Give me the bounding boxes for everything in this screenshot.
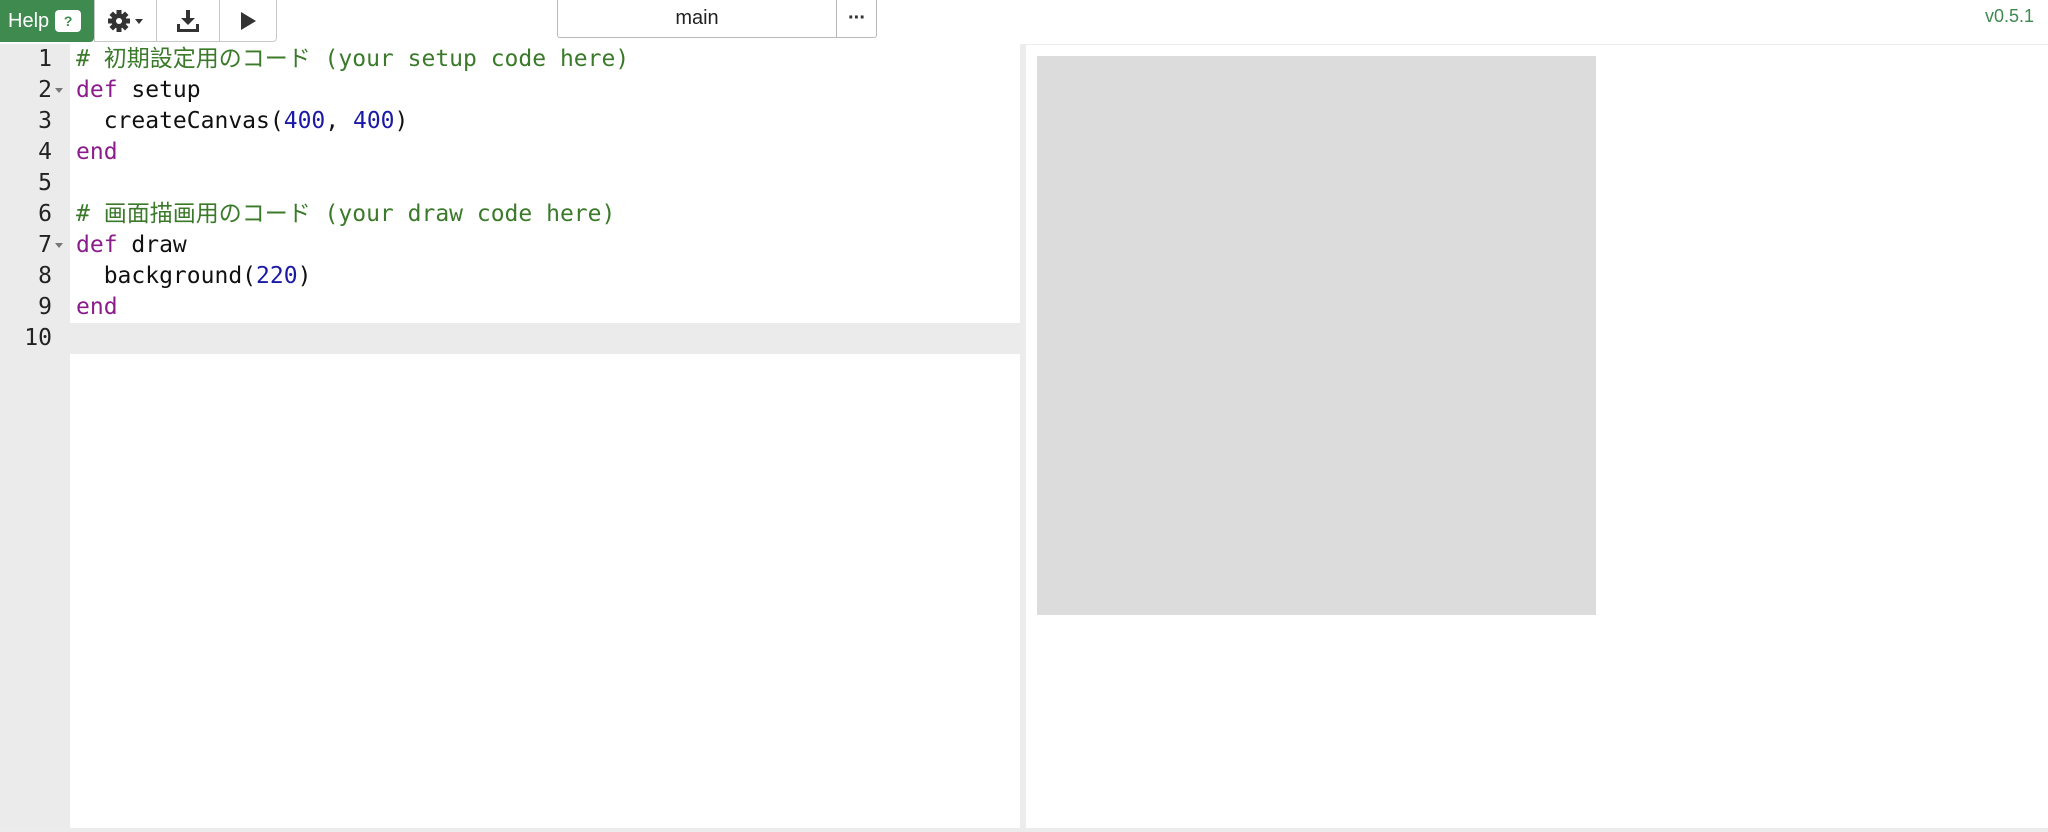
plain-token: background( — [76, 263, 257, 289]
more-options-button[interactable]: ··· — [836, 0, 877, 38]
line-code: # 初期設定用のコード (your setup code here) — [76, 44, 629, 75]
line-number: 7 — [38, 232, 52, 258]
line-code: def draw — [76, 230, 187, 261]
toolbar: Help ? main ··· v0.5.1 — [0, 0, 2048, 44]
number-token: 400 — [283, 108, 326, 134]
code-line[interactable]: 2 def setup — [0, 75, 1020, 106]
code-line[interactable]: 6 # 画面描画用のコード (your draw code here) — [0, 199, 1020, 230]
download-icon — [176, 9, 200, 33]
run-button[interactable] — [219, 0, 277, 42]
plain-token: setup — [117, 77, 201, 103]
code-line[interactable]: 4 end — [0, 137, 1020, 168]
help-badge: ? — [55, 10, 82, 32]
code-line[interactable]: 7 def draw — [0, 230, 1020, 261]
keyword-token: def — [76, 232, 118, 258]
comment-token: # 画面描画用のコード (your draw code here) — [76, 201, 616, 227]
plain-token: createCanvas( — [76, 108, 284, 134]
keyword-token: def — [76, 77, 118, 103]
fold-arrow-icon[interactable] — [55, 243, 63, 248]
code-line[interactable]: 8 background(220) — [0, 261, 1020, 292]
line-number: 5 — [38, 170, 52, 196]
line-code: end — [76, 137, 118, 168]
keyword-token: end — [76, 139, 118, 165]
code-line[interactable]: 9 end — [0, 292, 1020, 323]
preview-pane — [1026, 44, 2048, 828]
line-code: end — [76, 292, 118, 323]
line-code: def setup — [76, 75, 201, 106]
play-icon — [238, 10, 258, 32]
help-label: Help — [8, 9, 50, 32]
plain-token: ) — [297, 263, 312, 289]
version-label: v0.5.1 — [1984, 6, 2034, 26]
code-line[interactable]: 3 createCanvas(400, 400) — [0, 106, 1020, 137]
code-line[interactable]: 10 — [0, 323, 1020, 354]
download-button[interactable] — [156, 0, 220, 42]
line-code: background(220) — [76, 261, 312, 292]
gear-icon — [106, 8, 146, 34]
help-button[interactable]: Help ? — [0, 0, 94, 42]
plain-token: ) — [394, 108, 409, 134]
file-select[interactable]: main — [557, 0, 837, 38]
line-number: 3 — [38, 108, 52, 134]
settings-button[interactable] — [94, 0, 157, 42]
plain-token: draw — [117, 232, 187, 258]
more-label: ··· — [848, 7, 866, 29]
code-line[interactable]: 1 # 初期設定用のコード (your setup code here) — [0, 44, 1020, 75]
sketch-canvas — [1037, 56, 1596, 615]
keyword-token: end — [76, 294, 118, 320]
number-token: 400 — [352, 108, 395, 134]
line-number: 2 — [38, 77, 52, 103]
code-line[interactable]: 5 — [0, 168, 1020, 199]
line-number: 6 — [38, 201, 52, 227]
comment-token: # 初期設定用のコード (your setup code here) — [76, 46, 630, 72]
plain-token: , — [325, 108, 353, 134]
chevron-down-icon — [134, 18, 143, 24]
line-code: # 画面描画用のコード (your draw code here) — [76, 199, 615, 230]
line-code: createCanvas(400, 400) — [76, 106, 409, 137]
file-name: main — [675, 7, 719, 29]
line-number: 10 — [24, 325, 52, 351]
fold-arrow-icon[interactable] — [55, 88, 63, 93]
number-token: 220 — [256, 263, 298, 289]
line-number: 4 — [38, 139, 52, 165]
line-number: 1 — [38, 46, 52, 72]
bottom-border — [0, 828, 2048, 832]
line-number: 9 — [38, 294, 52, 320]
code-editor[interactable]: 1 # 初期設定用のコード (your setup code here) 2 def … — [0, 44, 1020, 828]
line-number: 8 — [38, 263, 52, 289]
